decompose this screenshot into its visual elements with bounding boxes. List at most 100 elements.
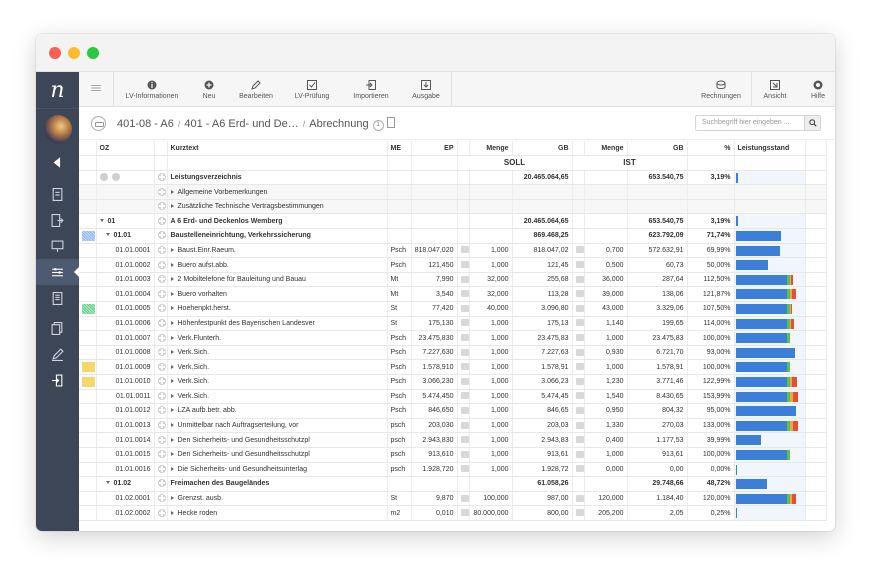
calculator-icon[interactable]: [575, 494, 583, 502]
expand-icon[interactable]: [170, 262, 174, 267]
column-header-leistungsstand[interactable]: Leistungsstand: [734, 141, 806, 157]
breadcrumb-item[interactable]: 401 - A6 Erd- und De…: [184, 118, 298, 130]
add-row-icon[interactable]: [157, 450, 166, 459]
add-row-icon[interactable]: [157, 275, 166, 284]
table-row[interactable]: 01.02.0001 Grenzst. ausb. St 9,870 100,000 98…: [79, 491, 827, 507]
calculator-icon[interactable]: [460, 290, 468, 298]
add-row-icon[interactable]: [157, 406, 166, 415]
expand-icon[interactable]: [170, 247, 174, 252]
add-row-icon[interactable]: [157, 348, 166, 357]
add-row-icon[interactable]: [157, 464, 166, 473]
document-export-icon[interactable]: [36, 207, 79, 233]
calculator-icon[interactable]: [460, 275, 468, 283]
column-header-percent[interactable]: %: [687, 141, 735, 157]
calculator-icon[interactable]: [575, 450, 583, 458]
expand-icon[interactable]: [170, 364, 174, 369]
calculator-icon[interactable]: [575, 304, 583, 312]
add-row-icon[interactable]: [157, 245, 166, 254]
neu-button[interactable]: Neu: [189, 72, 229, 107]
calculator-icon[interactable]: [575, 261, 583, 269]
minimize-window-button[interactable]: [68, 47, 80, 59]
column-header-soll-menge[interactable]: Menge: [469, 141, 513, 157]
exit-icon[interactable]: [36, 367, 79, 393]
column-header-kurztext[interactable]: Kurztext: [167, 141, 388, 157]
document-icon[interactable]: [36, 181, 79, 207]
calculator-icon[interactable]: [460, 363, 468, 371]
table-row[interactable]: 01.01.0004 Buero vorhalten Mt 3,540 32,000 11…: [79, 286, 827, 303]
expand-icon[interactable]: [170, 306, 174, 311]
calculator-icon[interactable]: [460, 450, 468, 458]
expand-icon[interactable]: [170, 423, 174, 428]
add-row-icon[interactable]: [157, 260, 166, 269]
add-row-icon[interactable]: [157, 333, 166, 342]
document-icon[interactable]: [386, 117, 395, 128]
back-icon[interactable]: [36, 149, 79, 175]
calculator-icon[interactable]: [575, 436, 583, 444]
close-window-button[interactable]: [49, 47, 61, 59]
collapse-icon[interactable]: [99, 218, 104, 222]
column-header-oz[interactable]: OZ: [96, 141, 155, 157]
table-row[interactable]: Allgemeine Vorbemerkungen: [79, 184, 827, 200]
menu-icon[interactable]: [79, 72, 113, 107]
add-row-icon[interactable]: [157, 362, 166, 371]
avatar[interactable]: [43, 115, 72, 143]
copy-icon[interactable]: [36, 315, 79, 341]
ansicht-button[interactable]: Ansicht: [755, 72, 795, 107]
add-row-icon[interactable]: [157, 172, 166, 181]
table-row[interactable]: 01.01.0008 Verk.Sich. Psch 7.227,630 1,000 7.…: [79, 345, 827, 361]
expand-icon[interactable]: [170, 452, 174, 457]
calculator-icon[interactable]: [575, 377, 583, 385]
add-row-icon[interactable]: [157, 508, 166, 517]
lv-informationen-button[interactable]: LV-Informationen: [115, 72, 189, 107]
table-row[interactable]: 01.01.0014 Den Sicherheits- und Gesundhei…: [79, 432, 827, 448]
expand-icon[interactable]: [170, 320, 174, 325]
calculator-icon[interactable]: [575, 319, 583, 327]
add-row-icon[interactable]: [157, 318, 166, 327]
calculator-icon[interactable]: [460, 348, 468, 356]
table-row[interactable]: 01.01.0016 Die Sicherheits- und Gesundhei…: [79, 462, 827, 478]
expand-icon[interactable]: [170, 204, 174, 209]
table-row[interactable]: 01.01.0009 Verk.Sich. Psch 1.578,910 1,000 1.…: [79, 359, 827, 375]
calculator-icon[interactable]: [460, 436, 468, 444]
calculator-icon[interactable]: [460, 392, 468, 400]
table-row[interactable]: 01.02.0002 Hecke roden m2 0,010 80.000,000 80…: [79, 505, 827, 521]
calculator-icon[interactable]: [575, 290, 583, 298]
calculator-icon[interactable]: [460, 377, 468, 385]
rechnungen-button[interactable]: Rechnungen: [695, 72, 747, 107]
expand-icon[interactable]: [170, 189, 174, 194]
add-row-icon[interactable]: [157, 304, 166, 313]
calculator-icon[interactable]: [460, 261, 468, 269]
expand-icon[interactable]: [170, 496, 174, 501]
calculator-icon[interactable]: [575, 406, 583, 414]
add-row-icon[interactable]: [157, 202, 166, 211]
table-row[interactable]: 01.01.0012 LZA aufb.betr. abb. Psch 846,650…: [79, 403, 827, 419]
importieren-button[interactable]: Importieren: [341, 72, 401, 107]
add-row-icon[interactable]: [157, 494, 166, 503]
prev-icon[interactable]: [99, 172, 108, 181]
table-row[interactable]: 01.01.0001 Baust.Einr.Raeum. Psch 818.047,0…: [79, 243, 827, 259]
calculator-icon[interactable]: [575, 509, 583, 517]
invoice-icon[interactable]: [36, 285, 79, 311]
expand-icon[interactable]: [170, 350, 174, 355]
table-row[interactable]: Leistungsverzeichnis 20.465.064,65 653.540…: [79, 170, 827, 186]
calculator-icon[interactable]: [575, 392, 583, 400]
calculator-icon[interactable]: [575, 348, 583, 356]
add-row-icon[interactable]: [157, 289, 166, 298]
table-row[interactable]: 01.01.0011 Verk.Sich. Psch 5.474,450 1,000 5.…: [79, 389, 827, 405]
project-icon[interactable]: [91, 116, 106, 131]
next-icon[interactable]: [111, 172, 120, 181]
table-row[interactable]: 01.01.0002 Buero aufst.abb. Psch 121,450 1,0…: [79, 257, 827, 273]
calculator-icon[interactable]: [575, 334, 583, 342]
calculator-icon[interactable]: [460, 494, 468, 502]
expand-icon[interactable]: [170, 291, 174, 296]
calculator-icon[interactable]: [575, 465, 583, 473]
collapse-icon[interactable]: [105, 481, 110, 485]
bearbeiten-button[interactable]: Bearbeiten: [229, 72, 283, 107]
collapse-icon[interactable]: [105, 233, 110, 237]
calculator-icon[interactable]: [460, 334, 468, 342]
expand-icon[interactable]: [170, 510, 174, 515]
column-header-ist-menge[interactable]: Menge: [584, 141, 628, 157]
hilfe-button[interactable]: Hilfe: [801, 72, 835, 107]
breadcrumb-item[interactable]: Abrechnung: [309, 118, 368, 130]
calculator-icon[interactable]: [460, 465, 468, 473]
